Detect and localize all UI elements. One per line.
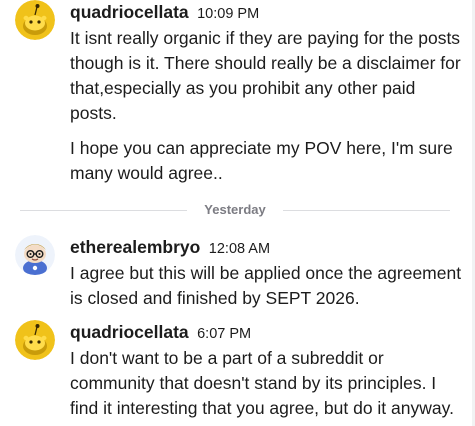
- timestamp: 10:09 PM: [197, 6, 260, 22]
- chat-thread: quadriocellata 10:09 PM It isnt really o…: [0, 0, 475, 426]
- date-divider: Yesterday: [20, 200, 450, 220]
- message-body: It isnt really organic if they are payin…: [70, 26, 465, 186]
- snoo-yellow-avatar-icon: [15, 0, 55, 40]
- message-body: I agree but this will be applied once th…: [70, 261, 465, 311]
- message-text: I hope you can appreciate my POV here, I…: [70, 138, 453, 183]
- message-text: I agree but this will be applied once th…: [70, 263, 462, 308]
- message-text: I don't want to be a part of a subreddit…: [70, 348, 454, 418]
- username[interactable]: quadriocellata: [70, 2, 189, 22]
- avatar[interactable]: [15, 0, 55, 40]
- timestamp: 6:07 PM: [197, 326, 252, 342]
- snoo-yellow-avatar-icon: [15, 320, 55, 360]
- username[interactable]: etherealembryo: [70, 237, 200, 257]
- snoo-glasses-avatar-icon: [15, 235, 55, 275]
- message-text: It isnt really organic if they are payin…: [70, 28, 461, 123]
- message-body: I don't want to be a part of a subreddit…: [70, 346, 465, 421]
- username[interactable]: quadriocellata: [70, 322, 189, 342]
- timestamp: 12:08 AM: [208, 241, 271, 257]
- avatar[interactable]: [15, 235, 55, 275]
- avatar[interactable]: [15, 320, 55, 360]
- divider-line: [283, 210, 450, 211]
